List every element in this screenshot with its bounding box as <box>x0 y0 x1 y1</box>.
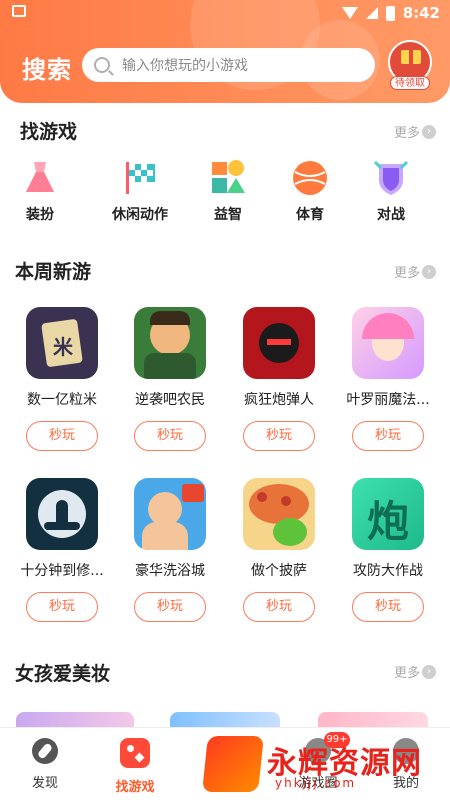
watermark-url: yhkjjj.com <box>275 776 357 790</box>
shapes-icon <box>208 158 248 198</box>
nav-label: 找游戏 <box>115 780 155 795</box>
game-card[interactable]: 十分钟到修... 秒玩 <box>12 478 112 622</box>
game-card[interactable]: 叶罗丽魔法... 秒玩 <box>338 307 438 451</box>
category-label: 益智 <box>214 207 242 223</box>
game-icon <box>120 738 150 768</box>
beauty-game-card[interactable] <box>318 712 428 728</box>
reward-badge[interactable]: 待领取 <box>390 76 430 90</box>
more-label: 更多 <box>394 126 421 141</box>
section-title-beauty: 女孩爱美妆 <box>15 663 111 685</box>
game-card[interactable]: 做个披萨 秒玩 <box>229 478 329 622</box>
chevron-right-icon: › <box>422 124 437 139</box>
cannon-char: 炮 <box>366 497 409 546</box>
game-card[interactable]: 疯狂炮弹人 秒玩 <box>229 307 329 451</box>
play-button[interactable]: 秒玩 <box>352 421 424 451</box>
status-bar: 8:42 <box>0 0 450 26</box>
game-card[interactable]: 逆袭吧农民 秒玩 <box>120 307 220 451</box>
category-label: 对战 <box>377 207 405 223</box>
more-link-new-games[interactable]: 更多 › <box>394 262 437 281</box>
game-name: 数一亿粒米 <box>27 392 97 408</box>
ninja-icon <box>243 307 315 379</box>
nav-discover[interactable]: 发现 <box>5 738 85 791</box>
game-name: 十分钟到修... <box>20 563 104 579</box>
header: 8:42 搜索 输入你想玩的小游戏 待领取 <box>0 0 450 103</box>
signal-icon <box>365 7 378 19</box>
more-label: 更多 <box>394 666 421 681</box>
play-button[interactable]: 秒玩 <box>26 421 98 451</box>
more-label: 更多 <box>394 266 421 281</box>
shield-icon <box>371 158 411 198</box>
game-name: 逆袭吧农民 <box>135 392 205 408</box>
pizza-icon <box>243 478 315 550</box>
rice-icon: 米 <box>26 307 98 379</box>
search-input[interactable]: 输入你想玩的小游戏 <box>82 48 375 82</box>
category-casual-action[interactable]: 休闲动作 <box>100 158 180 224</box>
dress-icon <box>20 158 60 198</box>
checkered-flag-icon <box>120 158 160 198</box>
chevron-right-icon: › <box>422 664 437 679</box>
search-title: 搜索 <box>22 56 72 84</box>
bath-icon <box>134 478 206 550</box>
play-button[interactable]: 秒玩 <box>243 421 315 451</box>
game-card[interactable]: 豪华洗浴城 秒玩 <box>120 478 220 622</box>
category-label: 装扮 <box>26 207 54 223</box>
section-title-new-games: 本周新游 <box>15 261 92 283</box>
game-card[interactable]: 米 数一亿粒米 秒玩 <box>12 307 112 451</box>
play-button[interactable]: 秒玩 <box>134 421 206 451</box>
category-label: 休闲动作 <box>112 207 168 223</box>
play-button[interactable]: 秒玩 <box>243 592 315 622</box>
play-button[interactable]: 秒玩 <box>26 592 98 622</box>
watermark-logo <box>202 736 264 792</box>
meditation-icon <box>26 478 98 550</box>
search-icon <box>94 57 110 73</box>
farmer-icon <box>134 307 206 379</box>
category-dress-up[interactable]: 装扮 <box>5 158 75 224</box>
category-battle[interactable]: 对战 <box>356 158 426 224</box>
chevron-right-icon: › <box>422 264 437 279</box>
fairy-icon <box>352 307 424 379</box>
ball-icon <box>290 158 330 198</box>
wifi-icon <box>341 7 358 19</box>
image-notification-icon <box>12 5 26 17</box>
gift-icon <box>401 46 421 64</box>
beauty-game-card[interactable] <box>16 712 134 728</box>
nav-label: 发现 <box>31 776 58 791</box>
game-name: 豪华洗浴城 <box>135 563 205 579</box>
more-link-beauty[interactable]: 更多 › <box>394 662 437 681</box>
more-link-categories[interactable]: 更多 › <box>394 122 437 141</box>
compass-icon <box>32 738 58 764</box>
game-name: 疯狂炮弹人 <box>244 392 314 408</box>
category-puzzle[interactable]: 益智 <box>193 158 263 224</box>
play-button[interactable]: 秒玩 <box>134 592 206 622</box>
play-button[interactable]: 秒玩 <box>352 592 424 622</box>
battery-icon <box>385 5 395 21</box>
game-name: 叶罗丽魔法... <box>346 392 430 408</box>
section-title-find-games: 找游戏 <box>20 121 78 143</box>
game-name: 攻防大作战 <box>353 563 423 579</box>
nav-find-games[interactable]: 找游戏 <box>95 738 175 795</box>
category-label: 体育 <box>296 207 324 223</box>
game-card[interactable]: 炮 攻防大作战 秒玩 <box>338 478 438 622</box>
cannon-char-icon: 炮 <box>352 478 424 550</box>
category-sports[interactable]: 体育 <box>275 158 345 224</box>
beauty-game-card[interactable] <box>170 712 280 728</box>
search-placeholder: 输入你想玩的小游戏 <box>122 58 248 74</box>
watermark: 永辉资源网 yhkjjj.com <box>202 732 450 800</box>
game-name: 做个披萨 <box>251 563 307 579</box>
app-page: 8:42 搜索 输入你想玩的小游戏 待领取 找游戏 更多 › 装扮 休闲动作 益… <box>0 0 450 800</box>
clock: 8:42 <box>402 4 440 22</box>
